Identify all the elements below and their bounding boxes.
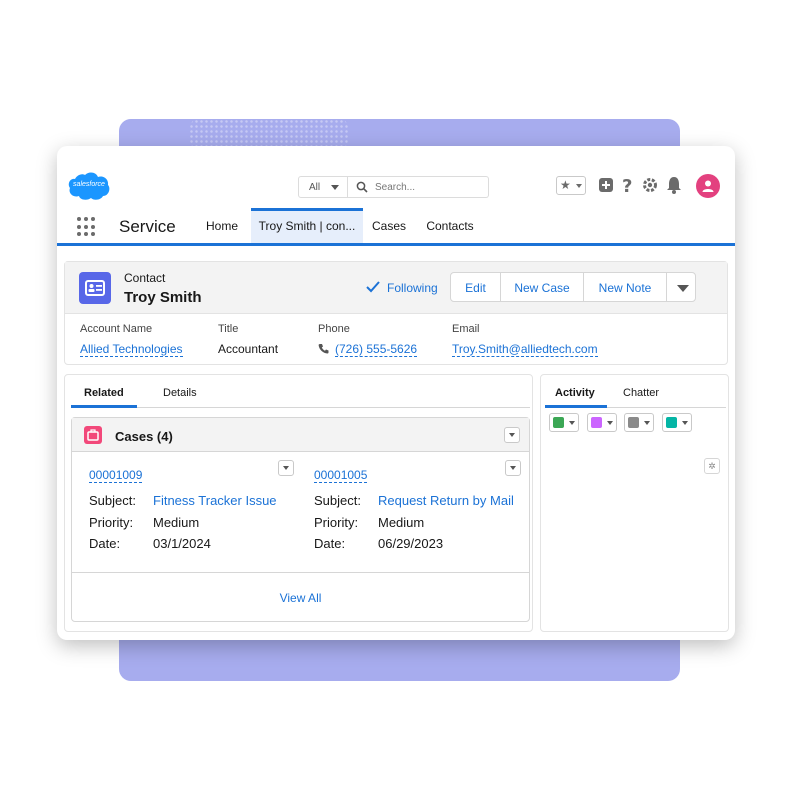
calendar-event-icon — [591, 417, 602, 428]
case-priority-value: Medium — [153, 515, 200, 530]
chevron-down-icon — [509, 433, 515, 437]
related-panel: Related Details Cases (4) 00001009 Subje… — [64, 374, 533, 632]
favorites-button[interactable]: ★ — [556, 176, 586, 195]
app-launcher-icon[interactable] — [77, 217, 97, 237]
title-value: Accountant — [218, 342, 279, 356]
cases-list-title[interactable]: Cases (4) — [115, 429, 173, 444]
case-date-label: Date: — [314, 536, 346, 551]
search-placeholder: Search... — [375, 182, 416, 193]
record-action-buttons: Edit New Case New Note — [450, 272, 696, 302]
chevron-down-icon — [331, 185, 339, 190]
star-icon: ★ — [560, 178, 571, 192]
email-button[interactable] — [624, 413, 654, 432]
salesforce-logo[interactable]: salesforce — [67, 171, 111, 201]
email-label: Email — [452, 323, 480, 335]
log-call-icon — [553, 417, 564, 428]
contact-icon — [79, 272, 111, 304]
global-header: salesforce All Search... ★ ? — [57, 146, 735, 208]
record-type-label: Contact — [124, 271, 166, 285]
log-call-button[interactable] — [549, 413, 579, 432]
case-subject-label: Subject: — [89, 493, 136, 508]
new-note-button[interactable]: New Note — [584, 273, 667, 301]
phone-icon — [318, 344, 329, 354]
edit-button[interactable]: Edit — [451, 273, 501, 301]
case-briefcase-icon — [84, 426, 102, 444]
search-scope-dropdown[interactable]: All — [298, 176, 348, 198]
account-name-link[interactable]: Allied Technologies — [80, 342, 183, 357]
search-icon — [356, 181, 368, 193]
contact-highlights-panel: Contact Troy Smith Following Edit New Ca… — [64, 261, 728, 365]
case-priority-value: Medium — [378, 515, 425, 530]
chevron-down-icon — [283, 466, 289, 470]
cases-list-header: Cases (4) — [72, 418, 529, 452]
nav-tab-troy-smith[interactable]: Troy Smith | con... — [251, 208, 363, 243]
email-icon — [628, 417, 639, 428]
task-icon — [666, 417, 677, 428]
case-subject-link[interactable]: Request Return by Mail — [378, 493, 514, 508]
chevron-down-icon — [682, 421, 688, 425]
svg-text:?: ? — [622, 176, 632, 196]
activity-panel: Activity Chatter ✲ — [540, 374, 729, 632]
activity-settings-gear-icon[interactable]: ✲ — [704, 458, 720, 474]
chevron-down-icon — [569, 421, 575, 425]
following-label: Following — [387, 281, 438, 295]
cases-list-menu-button[interactable] — [504, 427, 520, 443]
check-icon — [366, 281, 380, 293]
phone-link[interactable]: (726) 555-5626 — [335, 342, 418, 357]
add-icon[interactable] — [596, 174, 616, 196]
view-all-link[interactable]: View All — [72, 591, 529, 605]
chevron-down-icon — [576, 184, 582, 188]
case-subject-link[interactable]: Fitness Tracker Issue — [153, 493, 277, 508]
active-tab-indicator — [545, 405, 607, 408]
title-label: Title — [218, 323, 239, 335]
contact-header: Contact Troy Smith Following Edit New Ca… — [65, 262, 727, 314]
email-link[interactable]: Troy.Smith@alliedtech.com — [452, 342, 598, 357]
case-subject-label: Subject: — [314, 493, 361, 508]
tab-activity[interactable]: Activity — [555, 387, 595, 399]
nav-tab-contacts[interactable]: Contacts — [420, 208, 480, 243]
tab-divider — [71, 407, 530, 408]
chevron-down-icon — [510, 466, 516, 470]
tab-details[interactable]: Details — [163, 387, 197, 399]
new-case-button[interactable]: New Case — [501, 273, 584, 301]
case-date-value: 06/29/2023 — [378, 536, 444, 551]
case-date-label: Date: — [89, 536, 121, 551]
new-task-button[interactable] — [662, 413, 692, 432]
account-name-label: Account Name — [80, 323, 153, 335]
nav-tab-home[interactable]: Home — [198, 208, 246, 243]
cases-related-list: Cases (4) 00001009 Subject: Fitness Trac… — [71, 417, 530, 622]
search-scope-label: All — [309, 182, 321, 193]
record-title: Troy Smith — [124, 289, 202, 306]
nav-tab-cases[interactable]: Cases — [368, 208, 410, 243]
chevron-down-icon — [677, 285, 689, 292]
active-tab-indicator — [71, 405, 137, 408]
chevron-down-icon — [607, 421, 613, 425]
more-actions-button[interactable] — [667, 273, 697, 301]
case-number-link[interactable]: 00001009 — [89, 468, 143, 483]
user-avatar[interactable] — [696, 174, 720, 198]
setup-gear-icon[interactable] — [640, 174, 660, 196]
notifications-bell-icon[interactable] — [664, 174, 684, 196]
chevron-down-icon — [644, 421, 650, 425]
logo-text: salesforce — [73, 181, 105, 188]
divider — [72, 572, 529, 573]
tab-related[interactable]: Related — [84, 387, 124, 399]
case-row-menu-button[interactable] — [505, 460, 521, 476]
case-priority-label: Priority: — [89, 515, 134, 530]
app-name: Service — [119, 217, 176, 236]
global-search-input[interactable]: Search... — [348, 176, 489, 198]
case-date-value: 03/1/2024 — [153, 536, 211, 551]
tab-chatter[interactable]: Chatter — [623, 387, 659, 399]
app-navigation-bar: Service Home Troy Smith | con... Cases C… — [57, 208, 735, 246]
case-number-link[interactable]: 00001005 — [314, 468, 368, 483]
help-icon[interactable]: ? — [618, 174, 638, 196]
new-event-button[interactable] — [587, 413, 617, 432]
phone-label: Phone — [318, 323, 350, 335]
case-row-menu-button[interactable] — [278, 460, 294, 476]
app-window: salesforce All Search... ★ ? Service Hom… — [57, 146, 735, 640]
case-priority-label: Priority: — [314, 515, 359, 530]
user-icon — [702, 180, 714, 192]
